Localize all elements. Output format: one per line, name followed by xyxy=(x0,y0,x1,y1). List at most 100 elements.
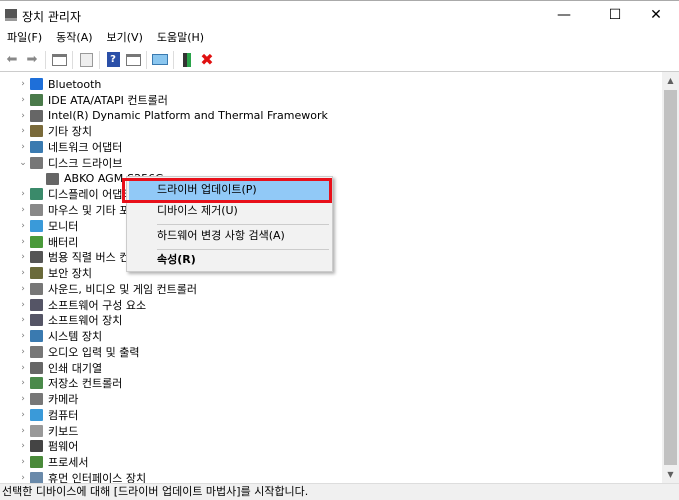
menu-item-uninstall-device[interactable]: 디바이스 제거(U) xyxy=(129,201,330,221)
properties-pane-icon[interactable] xyxy=(49,50,69,70)
collapse-chevron-icon[interactable]: ⌄ xyxy=(16,158,30,168)
device-category-icon xyxy=(30,78,43,90)
minimize-button[interactable]: — xyxy=(541,1,587,31)
category-item[interactable]: › 오디오 입력 및 출력 xyxy=(16,344,139,360)
title-bar: 장치 관리자 — ☐ ✕ xyxy=(0,0,679,30)
console-tree-icon[interactable] xyxy=(76,50,96,70)
tree-item-label: 키보드 xyxy=(48,424,79,438)
menu-bar: 파일(F) 동작(A) 보기(V) 도움말(H) xyxy=(0,30,679,48)
tree-item-label: 프로세서 xyxy=(48,456,89,469)
category-item[interactable]: › 사운드, 비디오 및 게임 컨트롤러 xyxy=(16,281,197,297)
expand-chevron-icon[interactable]: › xyxy=(16,79,30,89)
scan-hardware-icon[interactable] xyxy=(150,50,170,70)
help-icon[interactable]: ? xyxy=(103,50,123,70)
expand-chevron-icon[interactable]: › xyxy=(16,347,30,357)
category-item[interactable]: › 시스템 장치 xyxy=(16,328,102,344)
expand-chevron-icon[interactable]: › xyxy=(16,268,30,278)
menu-help[interactable]: 도움말(H) xyxy=(150,30,211,48)
device-category-icon xyxy=(30,188,43,201)
category-item[interactable]: › IDE ATA/ATAPI 컨트롤러 xyxy=(16,92,168,108)
scrollbar-thumb[interactable] xyxy=(664,90,677,465)
action-pane-icon[interactable] xyxy=(123,50,143,70)
category-item[interactable]: › 컴퓨터 xyxy=(16,407,78,423)
forward-icon[interactable]: ➡ xyxy=(22,50,42,70)
expand-chevron-icon[interactable]: › xyxy=(16,300,30,310)
expand-chevron-icon[interactable]: › xyxy=(16,315,30,325)
category-item[interactable]: › 저장소 컨트롤러 xyxy=(16,375,122,391)
menu-item-properties[interactable]: 속성(R) xyxy=(129,250,330,270)
expand-chevron-icon[interactable]: › xyxy=(16,331,30,341)
menu-item-scan-hardware[interactable]: 하드웨어 변경 사항 검색(A) xyxy=(129,226,330,246)
back-icon[interactable]: ⬅ xyxy=(2,50,22,70)
vertical-scrollbar[interactable]: ▲ ▼ xyxy=(662,72,679,483)
update-driver-icon[interactable] xyxy=(177,50,197,70)
status-bar: 선택한 디바이스에 대해 [드라이버 업데이트 마법사]를 시작합니다. xyxy=(0,483,679,500)
category-item[interactable]: › 카메라 xyxy=(16,391,78,407)
category-item[interactable]: › 인쇄 대기열 xyxy=(16,360,102,376)
scroll-down-icon[interactable]: ▼ xyxy=(662,466,679,483)
expand-chevron-icon[interactable]: › xyxy=(16,205,30,215)
tree-item-label: 배터리 xyxy=(48,235,79,249)
expand-chevron-icon[interactable]: › xyxy=(16,111,30,121)
expand-chevron-icon[interactable]: › xyxy=(16,237,30,247)
close-button[interactable]: ✕ xyxy=(633,1,679,31)
category-item[interactable]: › 휴먼 인터페이스 장치 xyxy=(16,470,146,483)
category-item[interactable]: › 디스플레이 어댑터 xyxy=(16,186,132,202)
expand-chevron-icon[interactable]: › xyxy=(16,189,30,199)
category-item[interactable]: › 기타 장치 xyxy=(16,123,92,139)
category-item[interactable]: › 소프트웨어 구성 요소 xyxy=(16,297,146,313)
category-item[interactable]: › 소프트웨어 장치 xyxy=(16,312,122,328)
category-item[interactable]: › 네트워크 어댑터 xyxy=(16,139,122,155)
category-item[interactable]: › 보안 장치 xyxy=(16,265,92,281)
expand-chevron-icon[interactable]: › xyxy=(16,410,30,420)
window-title: 장치 관리자 xyxy=(22,10,82,24)
expand-chevron-icon[interactable]: › xyxy=(16,221,30,231)
device-category-icon xyxy=(30,235,43,248)
device-category-icon xyxy=(30,330,43,342)
category-item[interactable]: ⌄ 디스크 드라이브 xyxy=(16,155,122,171)
expand-chevron-icon[interactable]: › xyxy=(16,363,30,373)
menu-file[interactable]: 파일(F) xyxy=(0,30,49,48)
device-category-icon xyxy=(30,109,43,122)
maximize-button[interactable]: ☐ xyxy=(592,1,638,31)
menu-action[interactable]: 동작(A) xyxy=(49,30,99,48)
expand-chevron-icon[interactable]: › xyxy=(16,473,30,483)
category-item[interactable]: › 프로세서 xyxy=(16,454,88,470)
tree-item-label: 소프트웨어 장치 xyxy=(48,314,123,328)
expand-chevron-icon[interactable]: › xyxy=(16,457,30,467)
expand-chevron-icon[interactable]: › xyxy=(16,441,30,451)
device-category-icon xyxy=(30,314,43,327)
uninstall-icon[interactable]: ✖ xyxy=(197,50,217,70)
expand-chevron-icon[interactable]: › xyxy=(16,142,30,152)
expand-chevron-icon[interactable]: › xyxy=(16,284,30,294)
tree-item-label: 휴먼 인터페이스 장치 xyxy=(48,471,147,483)
menu-separator xyxy=(157,224,329,225)
expand-chevron-icon[interactable]: › xyxy=(16,394,30,404)
category-item[interactable]: › 배터리 xyxy=(16,234,78,250)
expand-chevron-icon[interactable]: › xyxy=(16,126,30,136)
device-category-icon xyxy=(30,141,43,153)
tree-item-label: 모니터 xyxy=(48,219,79,233)
device-manager-icon xyxy=(5,9,17,21)
category-item[interactable]: › 모니터 xyxy=(16,218,78,234)
tree-item-label: 기타 장치 xyxy=(48,125,92,139)
category-item[interactable]: › 키보드 xyxy=(16,423,78,439)
toolbar-divider xyxy=(99,50,100,69)
expand-chevron-icon[interactable]: › xyxy=(16,95,30,105)
highlight-annotation xyxy=(122,178,332,203)
device-category-icon xyxy=(30,424,43,437)
scroll-up-icon[interactable]: ▲ xyxy=(662,72,679,89)
device-category-icon xyxy=(30,219,43,232)
category-item[interactable]: › Intel(R) Dynamic Platform and Thermal F… xyxy=(16,108,328,124)
expand-chevron-icon[interactable]: › xyxy=(16,378,30,388)
category-item[interactable]: › Bluetooth xyxy=(16,76,101,92)
device-category-icon xyxy=(30,377,43,390)
tree-item-label: 보안 장치 xyxy=(48,267,92,280)
menu-view[interactable]: 보기(V) xyxy=(100,30,150,48)
expand-chevron-icon[interactable]: › xyxy=(16,252,30,262)
category-item[interactable]: › 펌웨어 xyxy=(16,438,78,454)
expand-chevron-icon[interactable]: › xyxy=(16,426,30,436)
tree-item-label: 소프트웨어 구성 요소 xyxy=(48,298,147,312)
device-category-icon xyxy=(30,408,43,421)
tree-item-label: 디스크 드라이브 xyxy=(48,156,123,170)
